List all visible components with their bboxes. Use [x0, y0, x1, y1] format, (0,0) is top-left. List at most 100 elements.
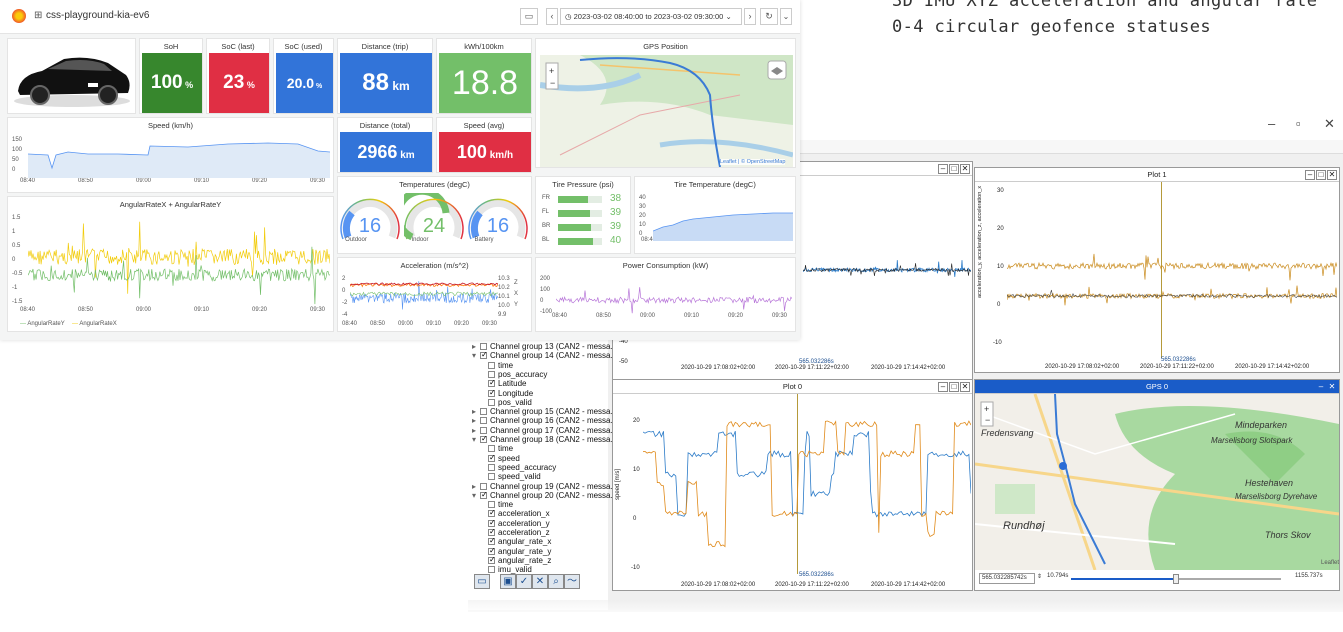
distance-trip-panel[interactable]: Distance (trip) 88 km [337, 38, 433, 114]
channel-group[interactable]: ▾ Channel group 14 (CAN2 - messa... [472, 350, 617, 360]
expand-toggle-icon[interactable]: ▸ [472, 482, 480, 491]
channel-group[interactable]: ▸ Channel group 15 (CAN2 - messa... [472, 407, 617, 416]
close-icon[interactable]: ✕ [960, 164, 970, 174]
time-range-picker[interactable]: ◷ 2023-03-02 08:40:00 to 2023-03-02 09:3… [560, 8, 742, 25]
expand-toggle-icon[interactable]: ▾ [472, 491, 480, 500]
channel-item[interactable]: angular_rate_y [488, 546, 551, 556]
channel-tree[interactable]: ▸ Channel group 13 (CAN2 - messa... ▾ Chann… [468, 340, 617, 610]
refresh-icon[interactable]: ↻ [760, 8, 778, 25]
plot-icon[interactable]: 〜 [564, 574, 580, 589]
channel-checkbox[interactable] [488, 445, 495, 453]
channel-checkbox[interactable] [488, 508, 496, 518]
channel-item[interactable]: pos_valid [488, 398, 532, 407]
channel-checkbox[interactable] [480, 434, 488, 443]
maximize-icon[interactable]: □ [949, 164, 959, 174]
soh-panel[interactable]: SoH 100 % [139, 38, 203, 114]
gps-position-panel[interactable]: GPS Position + − Leaflet | © OpenStreetM… [535, 38, 796, 168]
time-back-icon[interactable]: ‹ [546, 8, 558, 25]
close-icon[interactable]: ✕ [960, 382, 970, 392]
tv-mode-icon[interactable]: ▭ [520, 8, 538, 25]
tire-temperature-panel[interactable]: Tire Temperature (degC) 40302010008:4008… [634, 176, 796, 254]
channel-group[interactable]: ▸ Channel group 16 (CAN2 - messa... [472, 416, 617, 425]
minimize-icon[interactable]: – [938, 164, 948, 174]
angular-rate-panel[interactable]: AngularRateX + AngularRateY 1.5 1 0.5 0 -0.5… [7, 196, 334, 332]
time-forward-icon[interactable]: › [744, 8, 756, 25]
check-all-button[interactable]: ✓ [516, 574, 532, 589]
legend-angular-y[interactable]: — AngularRateY [20, 321, 65, 327]
channel-checkbox[interactable] [488, 501, 495, 509]
uncheck-all-button[interactable]: ✕ [532, 574, 548, 589]
channel-item[interactable]: acceleration_x [488, 508, 550, 518]
channel-checkbox[interactable] [488, 536, 496, 546]
plot-0-window[interactable]: Plot 0 – □ ✕ speed [m/s] 20 10 0 -10 565.0… [612, 379, 973, 591]
channel-group[interactable]: ▾ Channel group 20 (CAN2 - messa... [472, 490, 617, 500]
restore-icon[interactable]: ▫ [1296, 116, 1301, 131]
acceleration-panel[interactable]: Acceleration (m/s^2) 2 0 -2 -4 08:40 08:50 09:… [337, 257, 532, 332]
stepper-icon[interactable]: ⇕ [1037, 573, 1042, 580]
gps-time-input[interactable]: 565.032285742s [979, 573, 1035, 584]
speed-avg-panel[interactable]: Speed (avg) 100 km/h [436, 117, 532, 173]
minimize-icon[interactable]: – [1305, 170, 1315, 180]
channel-item[interactable]: angular_rate_x [488, 536, 551, 546]
channel-checkbox[interactable] [488, 546, 496, 555]
power-consumption-panel[interactable]: Power Consumption (kW) 200 100 0 -100 08:40 0… [535, 257, 796, 332]
channel-group[interactable]: ▸ Channel group 13 (CAN2 - messa... [472, 342, 617, 351]
gps-position-map[interactable]: + − [540, 55, 793, 167]
close-icon[interactable]: ✕ [1327, 170, 1337, 180]
legend-series-label[interactable]: Z [514, 280, 518, 286]
expand-toggle-icon[interactable]: ▸ [472, 426, 480, 435]
channel-checkbox[interactable] [488, 566, 495, 574]
channel-checkbox[interactable] [488, 361, 495, 369]
minimize-icon[interactable]: – [1268, 116, 1275, 131]
legend-angular-x[interactable]: — AngularRateX [72, 321, 117, 327]
channel-item[interactable]: Longitude [488, 388, 533, 398]
channel-checkbox[interactable] [488, 527, 496, 536]
expand-toggle-icon[interactable]: ▸ [472, 416, 480, 425]
channel-item[interactable]: angular_rate_z [488, 555, 551, 565]
channel-checkbox[interactable] [480, 426, 487, 434]
channel-checkbox[interactable] [488, 463, 495, 471]
channel-checkbox[interactable] [488, 398, 495, 406]
channel-checkbox[interactable] [480, 482, 487, 490]
search-icon[interactable]: ⌕ [548, 574, 564, 589]
maximize-icon[interactable]: □ [949, 382, 959, 392]
channel-checkbox[interactable] [488, 518, 496, 527]
expand-toggle-icon[interactable]: ▾ [472, 351, 480, 360]
channel-checkbox[interactable] [488, 388, 496, 397]
gps-slider-handle[interactable] [1173, 574, 1179, 584]
minimize-icon[interactable]: – [1316, 382, 1326, 392]
channel-checkbox[interactable] [480, 343, 487, 350]
maximize-icon[interactable]: □ [1316, 170, 1326, 180]
channel-checkbox[interactable] [488, 453, 496, 462]
soc-last-panel[interactable]: SoC (last) 23 % [206, 38, 270, 114]
close-icon[interactable]: ✕ [1327, 382, 1337, 392]
channel-checkbox[interactable] [488, 473, 495, 481]
plot-1-window[interactable]: Plot 1 – □ ✕ acceleration_y, acceleration_… [974, 167, 1340, 373]
tire-pressure-panel[interactable]: Tire Pressure (psi) FR 38 FL 39 BR 39 BL 40 [535, 176, 631, 254]
temperatures-panel[interactable]: Temperatures (degC) 16 Outdoor 24 Indoor 16 B… [337, 176, 532, 254]
dashboard-grid-icon[interactable]: ⊞ [34, 10, 42, 21]
channel-item[interactable]: pos_accuracy [488, 370, 547, 379]
channel-checkbox[interactable] [480, 350, 488, 360]
refresh-interval-icon[interactable]: ⌄ [780, 8, 792, 25]
expand-toggle-icon[interactable]: ▸ [472, 342, 480, 351]
open-file-button[interactable]: ▭ [474, 574, 490, 589]
legend-series-label[interactable]: Y [514, 302, 518, 308]
grafana-logo-icon[interactable] [12, 9, 26, 23]
close-icon[interactable]: ✕ [1324, 116, 1335, 132]
channel-item[interactable]: speed_valid [488, 472, 541, 481]
channel-item[interactable]: acceleration_y [488, 518, 550, 528]
channel-group[interactable]: ▸ Channel group 19 (CAN2 - messa... [472, 482, 617, 491]
minimize-icon[interactable]: – [938, 382, 948, 392]
soc-used-panel[interactable]: SoC (used) 20.0 % [273, 38, 334, 114]
expand-toggle-icon[interactable]: ▸ [472, 407, 480, 416]
channel-checkbox[interactable] [480, 417, 487, 425]
channel-item[interactable]: acceleration_z [488, 527, 550, 537]
channel-checkbox[interactable] [488, 555, 496, 564]
channel-checkbox[interactable] [488, 378, 496, 387]
channel-checkbox[interactable] [480, 490, 488, 499]
legend-series-label[interactable]: X [514, 291, 518, 297]
channel-checkbox[interactable] [488, 370, 495, 378]
channel-checkbox[interactable] [480, 408, 487, 416]
dashboard-title[interactable]: css-playground-kia-ev6 [46, 10, 149, 21]
